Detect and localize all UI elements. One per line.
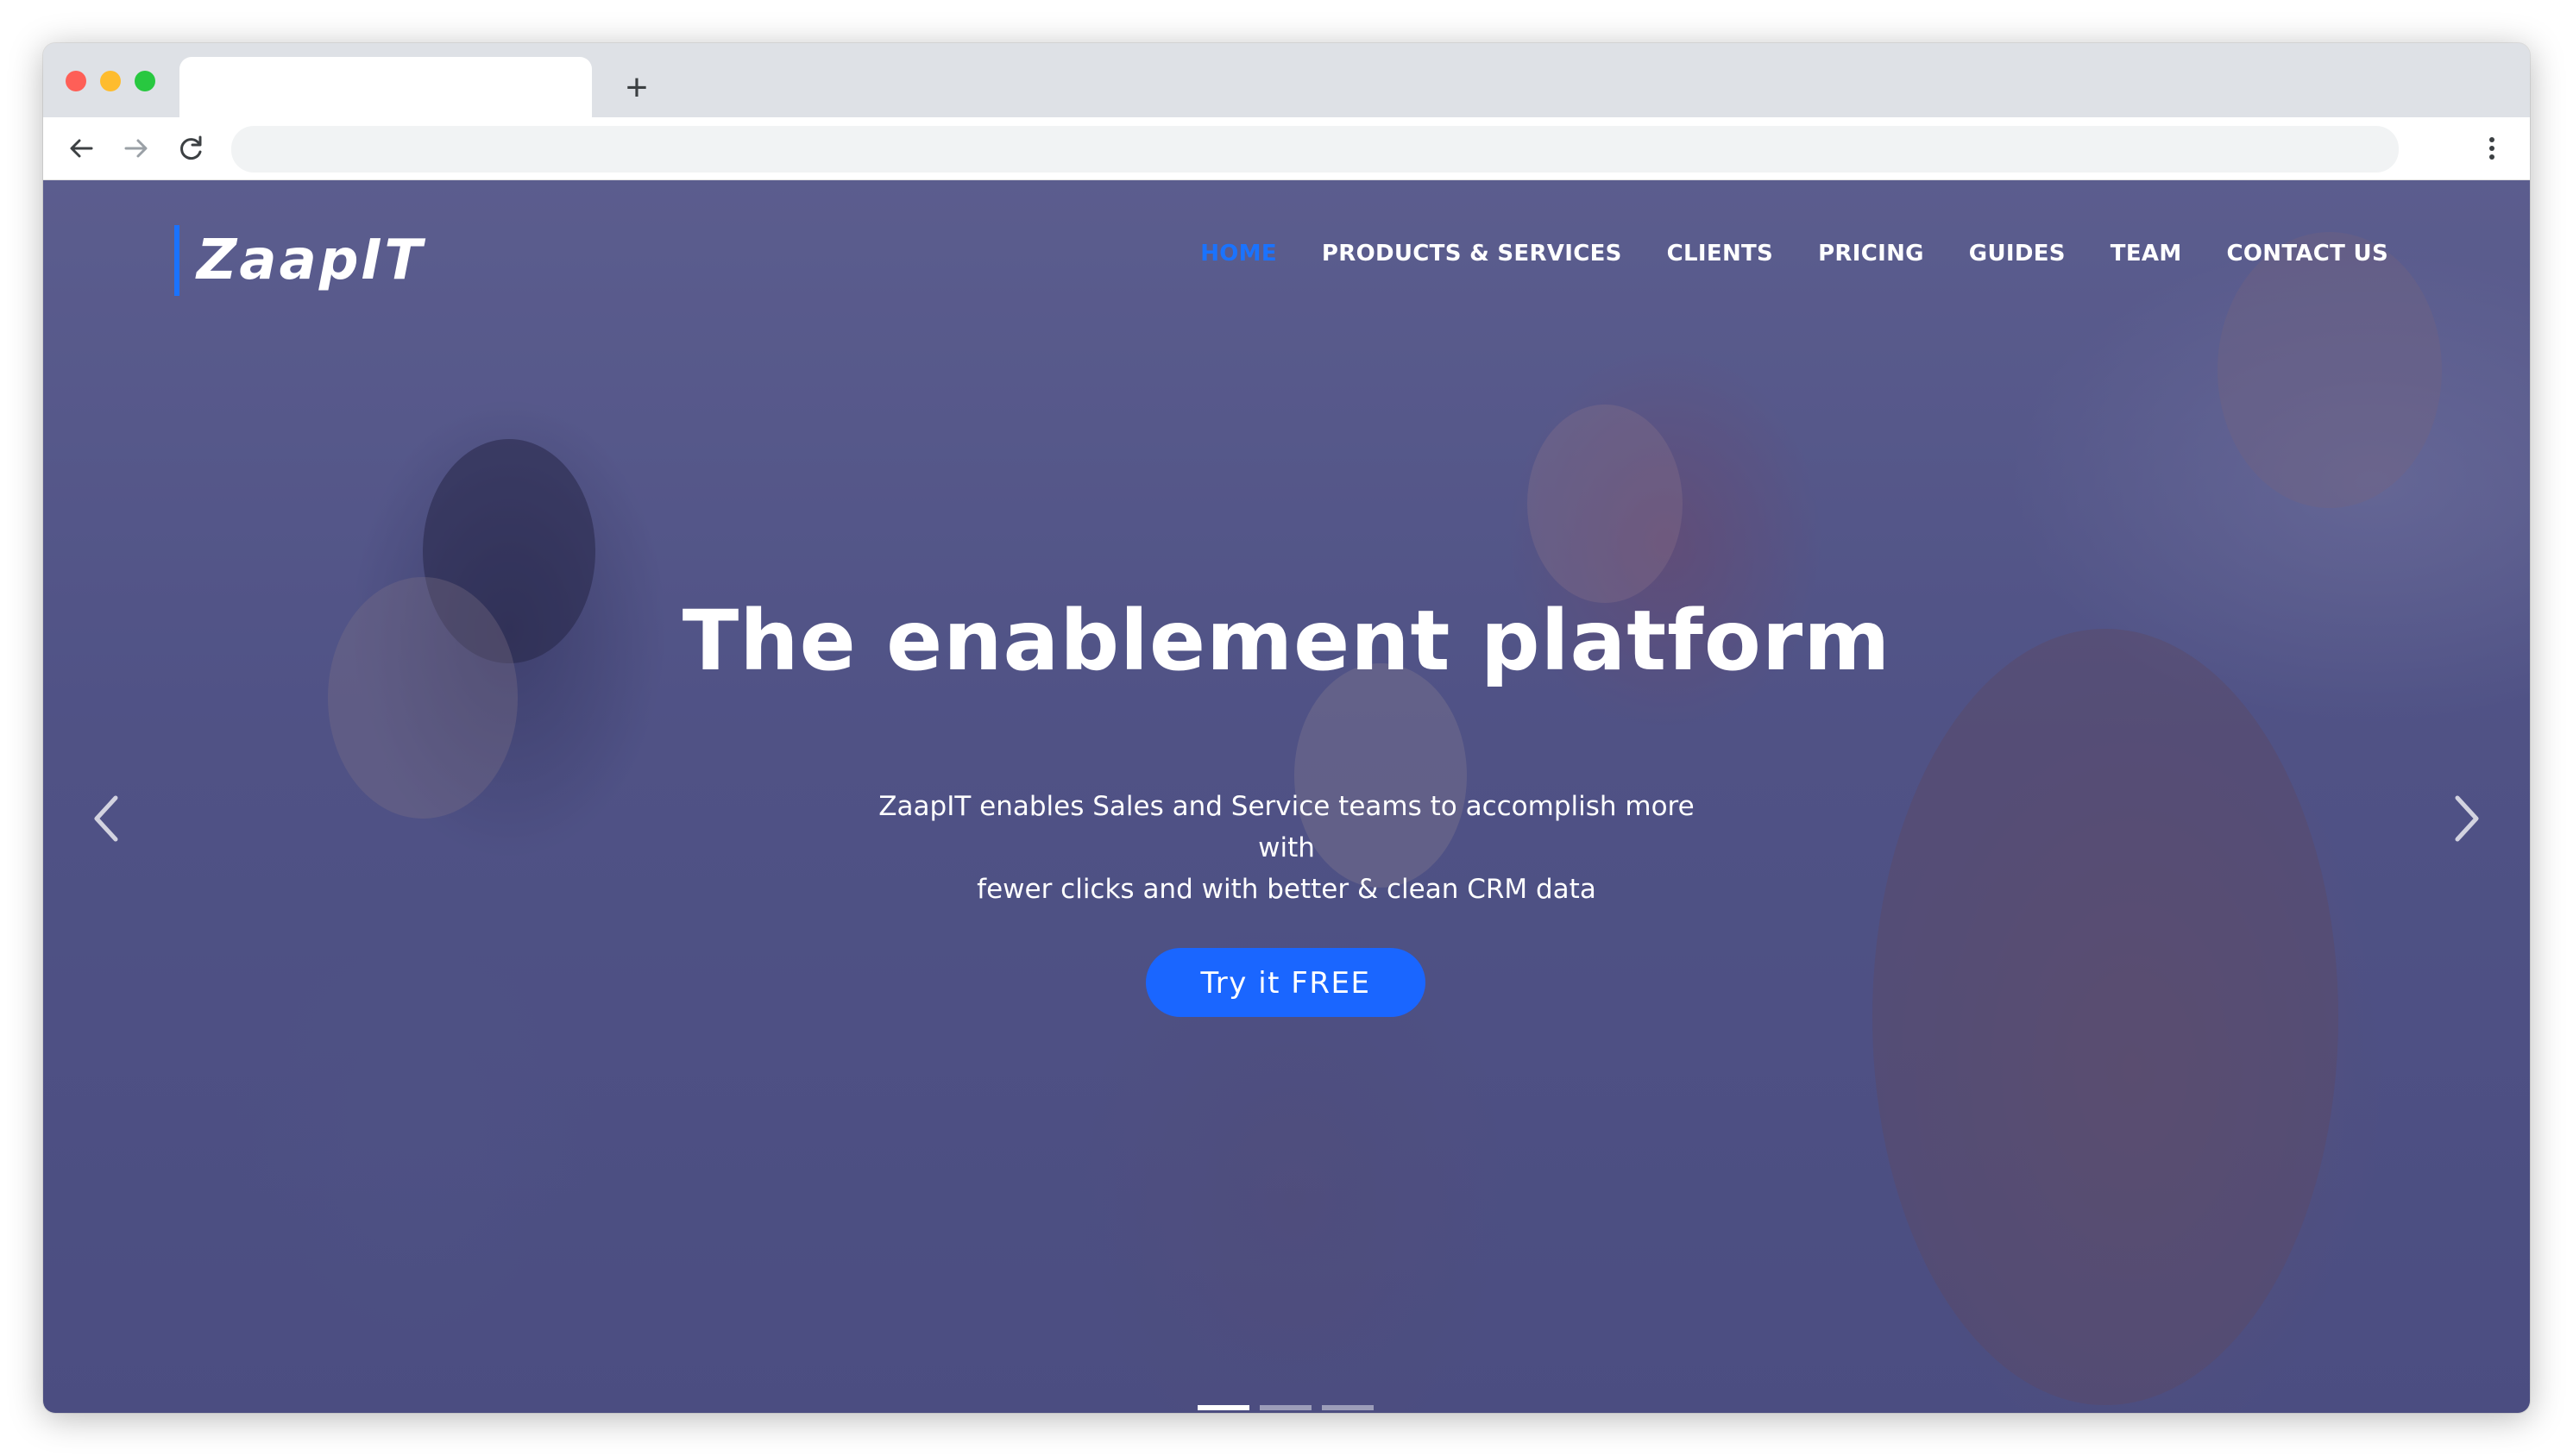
carousel-indicator-1[interactable] xyxy=(1198,1405,1249,1410)
hero-subtitle-line-2: fewer clicks and with better & clean CRM… xyxy=(977,874,1596,905)
close-window-button[interactable] xyxy=(66,71,86,91)
nav-products-services[interactable]: PRODUCTS & SERVICES xyxy=(1322,241,1622,267)
nav-team[interactable]: TEAM xyxy=(2111,241,2182,267)
minimize-window-button[interactable] xyxy=(100,71,121,91)
page-viewport: ZaapIT HOME PRODUCTS & SERVICES CLIENTS … xyxy=(43,180,2530,1413)
back-arrow-icon[interactable] xyxy=(59,126,104,171)
site-logo[interactable]: ZaapIT xyxy=(197,225,425,296)
try-free-button[interactable]: Try it FREE xyxy=(1146,948,1425,1017)
tab-strip: + xyxy=(43,43,2530,117)
nav-guides[interactable]: GUIDES xyxy=(1969,241,2066,267)
hero-subtitle-line-1: ZaapIT enables Sales and Service teams t… xyxy=(878,791,1695,863)
carousel-indicator-3[interactable] xyxy=(1322,1405,1374,1410)
chevron-right-icon[interactable] xyxy=(2440,784,2492,853)
nav-contact-us[interactable]: CONTACT US xyxy=(2227,241,2389,267)
nav-pricing[interactable]: PRICING xyxy=(1818,241,1924,267)
browser-tab[interactable] xyxy=(179,57,592,117)
nav-home[interactable]: HOME xyxy=(1200,241,1277,267)
more-vert-icon[interactable] xyxy=(2469,126,2514,171)
reload-icon[interactable] xyxy=(169,126,214,171)
logo-accent-bar xyxy=(174,225,179,296)
chevron-left-icon[interactable] xyxy=(81,784,133,853)
nav-clients[interactable]: CLIENTS xyxy=(1667,241,1773,267)
hero-subtitle: ZaapIT enables Sales and Service teams t… xyxy=(855,786,1718,910)
forward-arrow-icon[interactable] xyxy=(114,126,159,171)
address-bar[interactable] xyxy=(231,126,2399,173)
carousel-indicators xyxy=(1198,1405,1374,1410)
hero-title: The enablement platform xyxy=(682,593,1891,689)
main-nav: HOME PRODUCTS & SERVICES CLIENTS PRICING… xyxy=(1200,241,2388,267)
carousel-indicator-2[interactable] xyxy=(1260,1405,1312,1410)
browser-toolbar xyxy=(43,117,2530,180)
maximize-window-button[interactable] xyxy=(135,71,155,91)
browser-window: + ZaapIT HOME PRODUCTS & SERVICES CLIENT… xyxy=(43,43,2530,1413)
new-tab-button[interactable]: + xyxy=(613,64,661,112)
